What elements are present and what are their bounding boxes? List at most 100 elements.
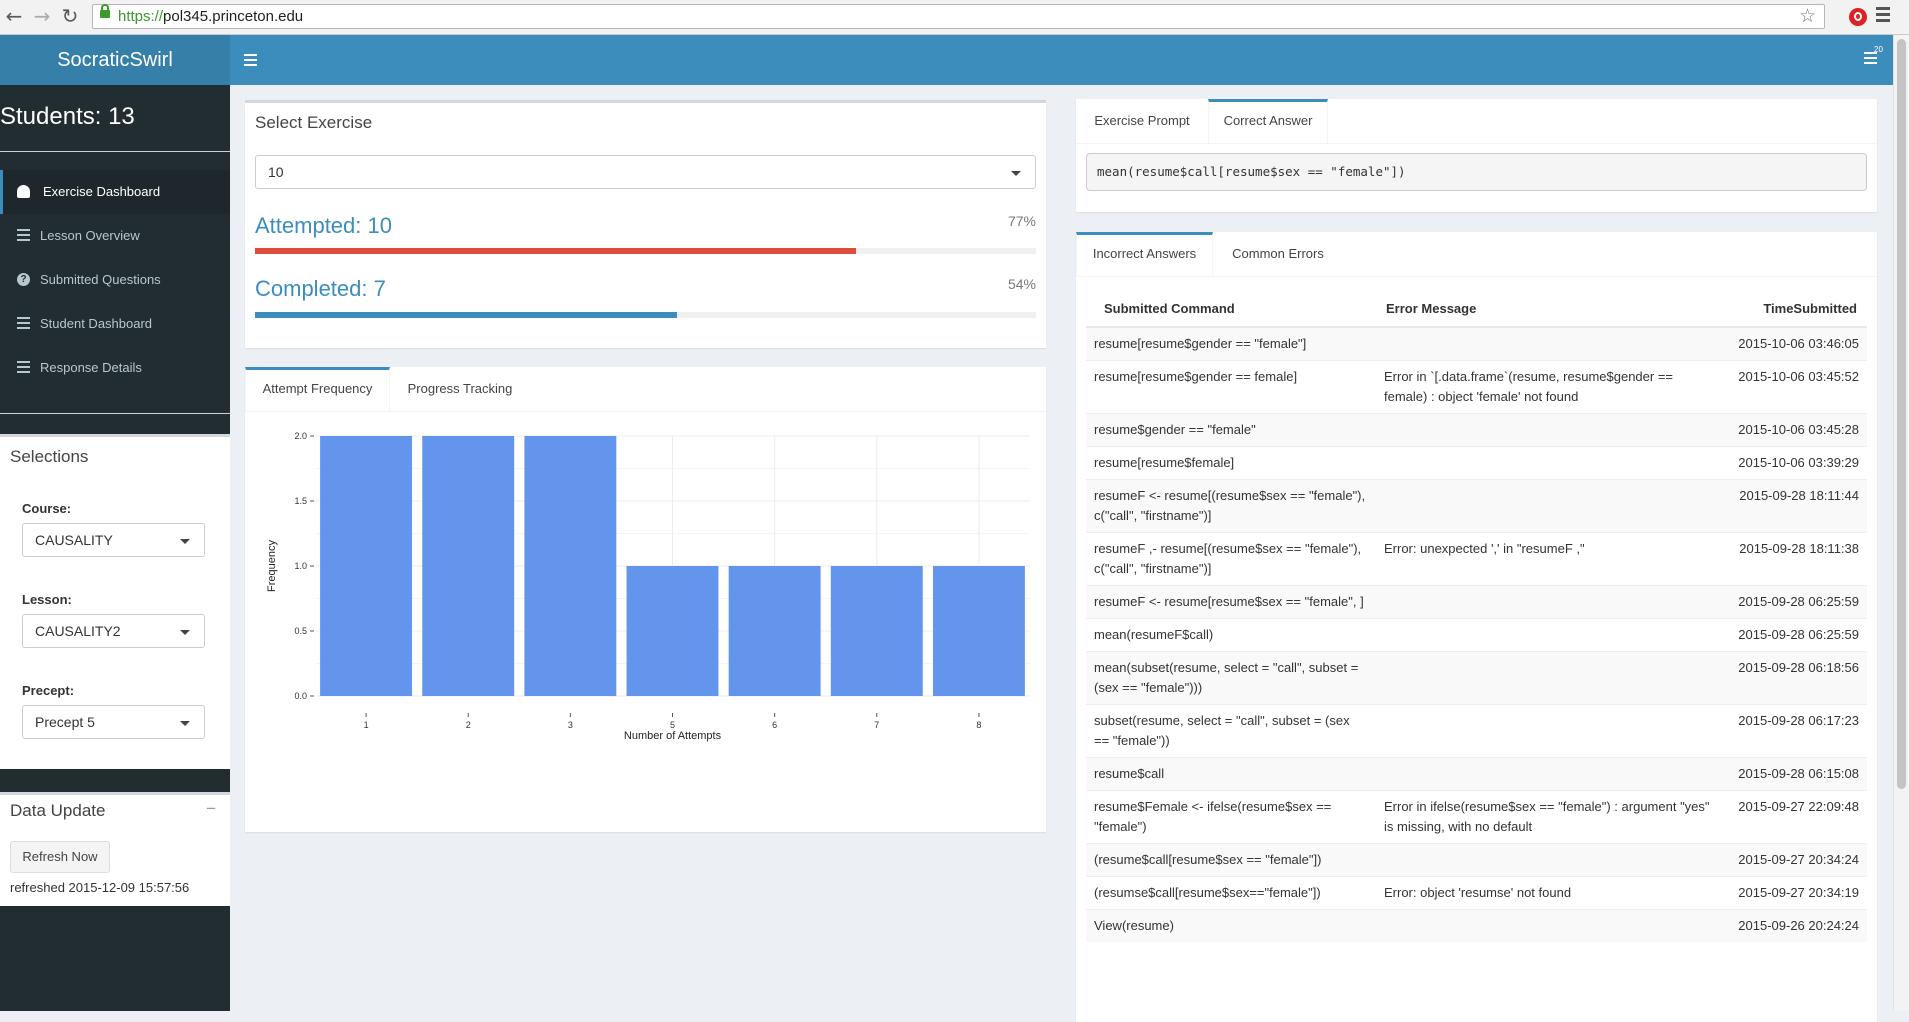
error-message-cell: Error in `[.data.frame`(resume, resume$g… (1376, 360, 1720, 414)
collapse-icon[interactable]: − (206, 799, 216, 819)
forward-icon[interactable]: → (32, 5, 52, 27)
time-submitted-cell: 2015-09-28 06:25:59 (1720, 618, 1867, 652)
time-submitted-cell: 2015-10-06 03:39:29 (1720, 446, 1867, 480)
submitted-command-cell: mean(subset(resume, select = "call", sub… (1086, 651, 1376, 705)
list-icon (17, 361, 30, 374)
errors-panel: Incorrect Answers Common Errors Submitte… (1076, 232, 1877, 1022)
notification-badge: 20 (1874, 45, 1883, 54)
back-icon[interactable]: ← (4, 5, 24, 27)
table-row: resume[resume$female] 2015-10-06 03:39:29 (1086, 446, 1867, 480)
exercise-select[interactable]: 10 (255, 155, 1036, 189)
submitted-command-cell: mean(resumeF$call) (1086, 618, 1376, 652)
x-tick-label: 7 (874, 720, 879, 730)
table-row: mean(subset(resume, select = "call", sub… (1086, 651, 1867, 705)
sidebar-item-lesson-overview[interactable]: Lesson Overview (0, 214, 230, 258)
bookmark-star-icon[interactable]: ☆ (1799, 5, 1816, 27)
table-row: resume$gender == "female" 2015-10-06 03:4… (1086, 413, 1867, 447)
list-icon (17, 229, 30, 242)
lesson-value: CAUSALITY2 (35, 623, 121, 639)
column-header[interactable]: Error Message (1376, 290, 1720, 328)
sidebar-toggle-icon[interactable] (244, 54, 257, 56)
divider (0, 413, 230, 414)
completed-percent: 54% (1007, 276, 1036, 292)
table-row: resumeF <- resume[(resume$sex == "female… (1086, 479, 1867, 533)
column-header[interactable]: Submitted Command (1086, 290, 1376, 328)
browser-menu-icon[interactable] (1876, 7, 1890, 10)
y-tick-label: 0.0 (294, 691, 307, 701)
tab-attempt-frequency[interactable]: Attempt Frequency (245, 367, 390, 411)
refresh-now-button[interactable]: Refresh Now (10, 841, 110, 873)
submitted-command-cell: resume[resume$gender == "female"] (1086, 326, 1376, 361)
x-tick-label: 6 (772, 720, 777, 730)
data-update-box: Data Update − Refresh Now refreshed 2015… (0, 792, 230, 906)
column-header[interactable]: TimeSubmitted (1720, 290, 1867, 328)
address-bar[interactable]: https://pol345.princeton.edu ☆ (92, 4, 1825, 29)
table-row: subset(resume, select = "call", subset =… (1086, 704, 1867, 758)
selections-title: Selections (10, 447, 89, 466)
error-message-cell (1376, 843, 1720, 877)
exercise-value: 10 (268, 164, 284, 180)
submitted-command-cell: subset(resume, select = "call", subset =… (1086, 704, 1376, 758)
chevron-down-icon (1011, 171, 1021, 176)
url-scheme: https:// (118, 8, 164, 25)
x-tick-label: 2 (466, 720, 471, 730)
tab-progress-tracking[interactable]: Progress Tracking (390, 367, 530, 411)
time-submitted-cell: 2015-09-28 06:15:08 (1720, 757, 1867, 791)
table-row: resume[resume$gender == female] Error in … (1086, 360, 1867, 414)
chevron-down-icon (180, 539, 190, 544)
submitted-command-cell: resume[resume$female] (1086, 446, 1376, 480)
chevron-down-icon (180, 630, 190, 635)
sidebar-item-label: Student Dashboard (40, 316, 153, 331)
error-message-cell: Error in ifelse(resume$sex == "female") … (1376, 790, 1720, 844)
dashboard-icon (17, 185, 30, 198)
y-tick-label: 1.5 (294, 496, 307, 506)
sidebar-item-exercise-dashboard[interactable]: Exercise Dashboard (0, 170, 230, 214)
tab-exercise-prompt[interactable]: Exercise Prompt (1076, 99, 1208, 143)
submitted-command-cell: resume[resume$gender == female] (1086, 360, 1376, 414)
tab-correct-answer[interactable]: Correct Answer (1208, 99, 1328, 143)
time-submitted-cell: 2015-09-28 06:25:59 (1720, 585, 1867, 619)
divider (0, 151, 230, 152)
tab-incorrect-answers[interactable]: Incorrect Answers (1076, 232, 1213, 276)
question-circle-icon: ? (17, 273, 30, 286)
y-tick-label: 2.0 (294, 431, 307, 441)
reload-icon[interactable]: ↻ (60, 5, 80, 27)
time-submitted-cell: 2015-09-27 22:09:48 (1720, 790, 1867, 844)
sidebar-item-submitted-questions[interactable]: ? Submitted Questions (0, 258, 230, 302)
bar (320, 436, 413, 696)
submitted-command-cell: resume$Female <- ifelse(resume$sex == "f… (1086, 790, 1376, 844)
app-header: SocraticSwirl 20 (0, 35, 1893, 85)
completed-progress-bar (255, 312, 1036, 318)
x-tick-label: 5 (670, 720, 675, 730)
sidebar-item-student-dashboard[interactable]: Student Dashboard (0, 302, 230, 346)
app-logo[interactable]: SocraticSwirl (0, 35, 230, 85)
browser-toolbar: ← → ↻ https://pol345.princeton.edu ☆ (0, 0, 1909, 35)
error-message-cell (1376, 651, 1720, 705)
attempted-progress-bar (255, 248, 1036, 254)
url-host: pol345.princeton.edu (163, 8, 304, 25)
lesson-select[interactable]: CAUSALITY2 (22, 614, 205, 648)
y-axis-label: Frequency (266, 540, 278, 592)
precept-select[interactable]: Precept 5 (22, 705, 205, 739)
sidebar-item-response-details[interactable]: Response Details (0, 346, 230, 390)
table-header-row: Submitted Command Error Message TimeSubm… (1086, 290, 1867, 328)
scrollbar-thumb[interactable] (1897, 39, 1906, 789)
attempted-label: Attempted: 10 (255, 213, 392, 238)
extension-icon[interactable] (1849, 8, 1867, 26)
tab-common-errors[interactable]: Common Errors (1213, 232, 1343, 276)
table-row: resumeF ,- resume[(resume$sex == "female… (1086, 532, 1867, 586)
time-submitted-cell: 2015-09-28 06:18:56 (1720, 651, 1867, 705)
time-submitted-cell: 2015-10-06 03:45:28 (1720, 413, 1867, 447)
submitted-command-cell: resume$gender == "female" (1086, 413, 1376, 447)
y-tick-label: 1.0 (294, 561, 307, 571)
course-select[interactable]: CAUSALITY (22, 523, 205, 557)
x-tick-label: 8 (976, 720, 981, 730)
x-tick-label: 3 (568, 720, 573, 730)
table-row: (resumse$call[resume$sex=="female"]) Erro… (1086, 876, 1867, 910)
table-row: (resume$call[resume$sex == "female"]) 201… (1086, 843, 1867, 877)
answer-panel: Exercise Prompt Correct Answer mean(resu… (1076, 99, 1877, 212)
page-scrollbar[interactable] (1893, 35, 1909, 1011)
select-exercise-panel: Select Exercise 10 Attempted: 10 77% Com… (245, 100, 1046, 348)
submitted-command-cell: View(resume) (1086, 909, 1376, 942)
sidebar-item-label: Lesson Overview (40, 228, 140, 243)
